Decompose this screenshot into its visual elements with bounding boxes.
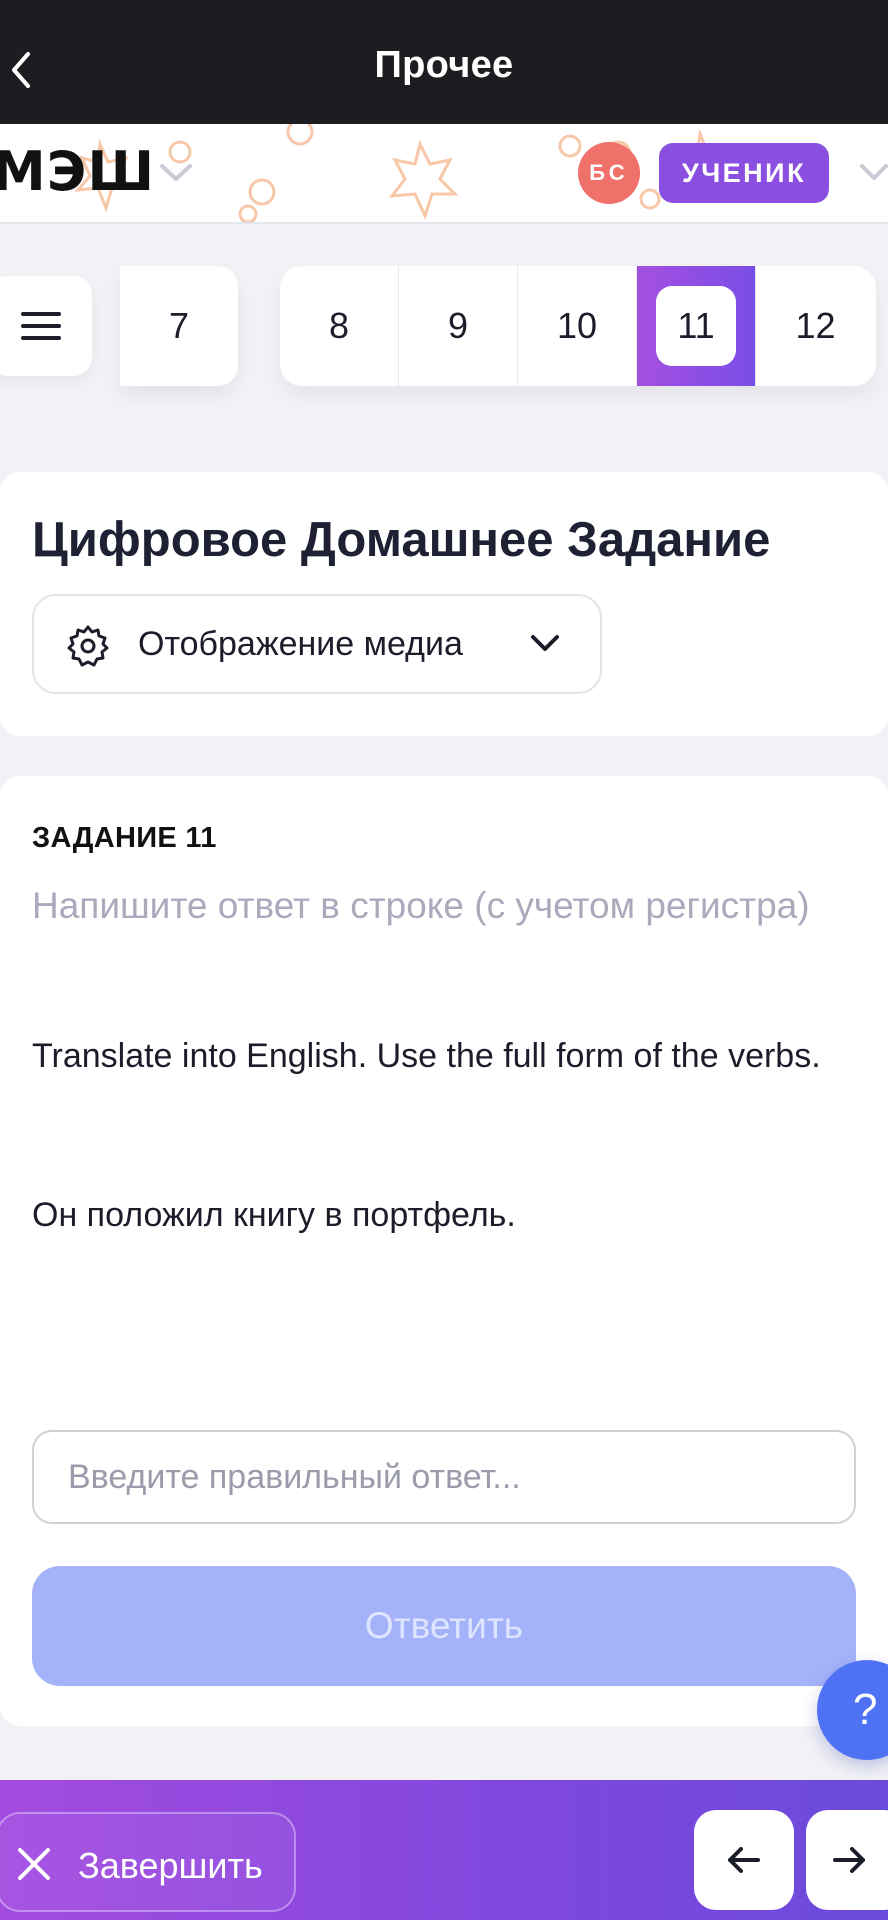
bottom-action-bar: Завершить	[0, 1780, 888, 1920]
screen-title: Прочее	[374, 44, 514, 86]
close-icon	[18, 1848, 50, 1880]
hamburger-icon	[21, 312, 61, 340]
task-instruction: Translate into English. Use the full for…	[32, 1037, 821, 1075]
arrow-right-icon	[833, 1847, 865, 1873]
gear-icon	[67, 625, 109, 667]
active-task-label: 11	[656, 286, 736, 366]
media-display-label: Отображение медиа	[138, 625, 463, 663]
title-card: Цифровое Домашнее Задание Отображение ме…	[0, 472, 888, 736]
next-task-button[interactable]	[806, 1810, 888, 1910]
chevron-down-icon[interactable]	[158, 162, 194, 184]
answer-input[interactable]	[32, 1430, 856, 1524]
mesh-logo[interactable]: МЭШ	[0, 140, 155, 203]
task-number-11-active[interactable]: 11	[637, 266, 756, 386]
finish-button[interactable]: Завершить	[0, 1812, 296, 1912]
task-number-9[interactable]: 9	[399, 266, 518, 386]
previous-task-button[interactable]	[694, 1810, 794, 1910]
task-number-10[interactable]: 10	[518, 266, 637, 386]
page-title: Цифровое Домашнее Задание	[32, 513, 771, 567]
task-number-heading: ЗАДАНИЕ 11	[32, 822, 217, 854]
top-navigation-bar: Прочее	[0, 0, 888, 124]
task-number-12[interactable]: 12	[756, 266, 875, 386]
media-display-dropdown[interactable]: Отображение медиа	[32, 594, 602, 694]
chevron-down-icon	[531, 635, 559, 651]
task-card: ЗАДАНИЕ 11 Напишите ответ в строке (с уч…	[0, 776, 888, 1726]
role-chevron-down-icon[interactable]	[858, 162, 888, 184]
finish-label: Завершить	[78, 1845, 263, 1886]
task-sentence: Он положил книгу в портфель.	[32, 1196, 516, 1234]
task-number-group: 8 9 10 11 12	[280, 266, 876, 386]
task-number-7[interactable]: 7	[120, 266, 238, 386]
role-badge[interactable]: УЧЕНИК	[659, 143, 829, 203]
task-menu-button[interactable]	[0, 276, 92, 376]
submit-answer-button[interactable]: Ответить	[32, 1566, 856, 1686]
user-avatar[interactable]: БС	[578, 142, 640, 204]
arrow-left-icon	[728, 1847, 760, 1873]
task-hint: Напишите ответ в строке (с учетом регист…	[32, 885, 810, 926]
task-number-8[interactable]: 8	[280, 266, 399, 386]
